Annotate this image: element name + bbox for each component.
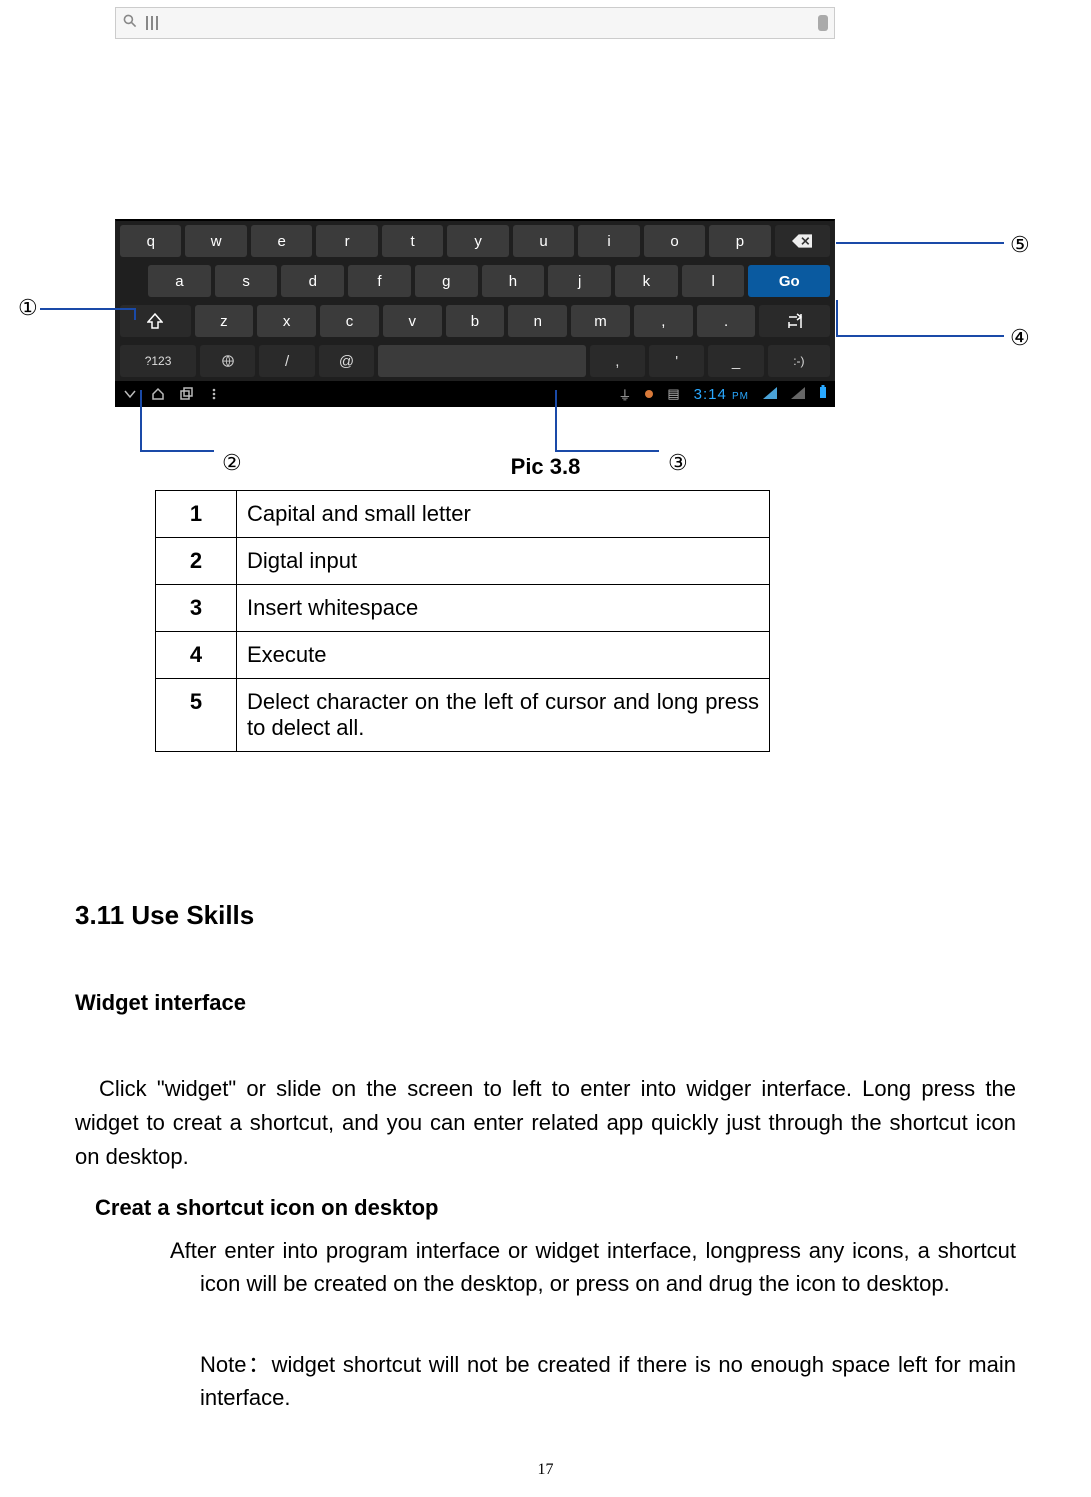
paragraph-note: Note：widget shortcut will not be created… — [200, 1348, 1016, 1414]
key-n: n — [508, 305, 567, 337]
key-m: m — [571, 305, 630, 337]
key-s: s — [215, 265, 278, 297]
table-row: 5Delect character on the left of cursor … — [156, 679, 770, 752]
key-z: z — [195, 305, 254, 337]
clock-time: 3:14 PM — [694, 386, 749, 403]
key-r: r — [316, 225, 377, 257]
key-smile: :-) — [768, 345, 830, 377]
space-key — [378, 345, 586, 377]
symbols-key: ?123 — [120, 345, 196, 377]
key-x: x — [257, 305, 316, 337]
key-y: y — [447, 225, 508, 257]
key-l: l — [682, 265, 745, 297]
nav-recent-icon — [179, 387, 193, 401]
wifi-icon — [763, 386, 777, 403]
keyboard-screenshot: All q w e r t y u i o p a s — [115, 7, 835, 407]
key-a: a — [148, 265, 211, 297]
paragraph-shortcut: After enter into program interface or wi… — [170, 1234, 1016, 1300]
key-period: . — [697, 305, 756, 337]
table-row: 3Insert whitespace — [156, 585, 770, 632]
paragraph-widget: Click "widget" or slide on the screen to… — [75, 1072, 1016, 1174]
dot-icon — [645, 390, 653, 398]
callout-5: ⑤ — [1010, 232, 1030, 258]
signal-icon — [791, 386, 805, 403]
go-key: Go — [748, 265, 830, 297]
key-underscore: _ — [708, 345, 763, 377]
nav-menu-icon — [207, 387, 221, 401]
key-i: i — [578, 225, 639, 257]
key-comma: , — [634, 305, 693, 337]
usb-icon: ⏚ — [618, 385, 631, 404]
search-bar: All — [115, 7, 835, 39]
key-c: c — [320, 305, 379, 337]
table-row: 4Execute — [156, 632, 770, 679]
nav-home-icon — [151, 387, 165, 401]
page-number: 17 — [0, 1461, 1091, 1479]
nav-down-icon — [123, 387, 137, 401]
key-u: u — [513, 225, 574, 257]
figure-caption: Pic 3.8 — [0, 454, 1091, 480]
on-screen-keyboard: q w e r t y u i o p a s d f g h — [115, 219, 835, 381]
key-q: q — [120, 225, 181, 257]
android-navbar: ⏚ ▤ 3:14 PM — [115, 381, 835, 407]
key-t: t — [382, 225, 443, 257]
key-e: e — [251, 225, 312, 257]
sub-heading-shortcut: Creat a shortcut icon on desktop — [95, 1195, 439, 1221]
key-f: f — [348, 265, 411, 297]
key-apostrophe: ' — [649, 345, 704, 377]
key-v: v — [383, 305, 442, 337]
key-at: @ — [319, 345, 374, 377]
sub-heading: Widget interface — [75, 990, 246, 1016]
section-heading: 3.11 Use Skills — [75, 900, 254, 931]
mic-icon — [818, 15, 828, 31]
table-row: 2Digtal input — [156, 538, 770, 585]
tab-key — [759, 305, 830, 337]
search-chips — [146, 16, 158, 30]
backspace-key — [775, 225, 830, 257]
search-icon — [122, 13, 138, 34]
key-j: j — [548, 265, 611, 297]
key-o: o — [644, 225, 705, 257]
callout-4: ④ — [1010, 325, 1030, 351]
key-b: b — [446, 305, 505, 337]
legend-table: 1Capital and small letter 2Digtal input … — [155, 490, 770, 752]
language-key — [200, 345, 255, 377]
key-d: d — [281, 265, 344, 297]
sd-icon: ▤ — [667, 386, 679, 402]
key-w: w — [185, 225, 246, 257]
key-g: g — [415, 265, 478, 297]
key-p: p — [709, 225, 770, 257]
battery-icon — [819, 385, 827, 403]
callout-1: ① — [18, 295, 38, 321]
key-comma2: , — [590, 345, 645, 377]
key-slash: / — [259, 345, 314, 377]
key-h: h — [482, 265, 545, 297]
table-row: 1Capital and small letter — [156, 491, 770, 538]
key-k: k — [615, 265, 678, 297]
